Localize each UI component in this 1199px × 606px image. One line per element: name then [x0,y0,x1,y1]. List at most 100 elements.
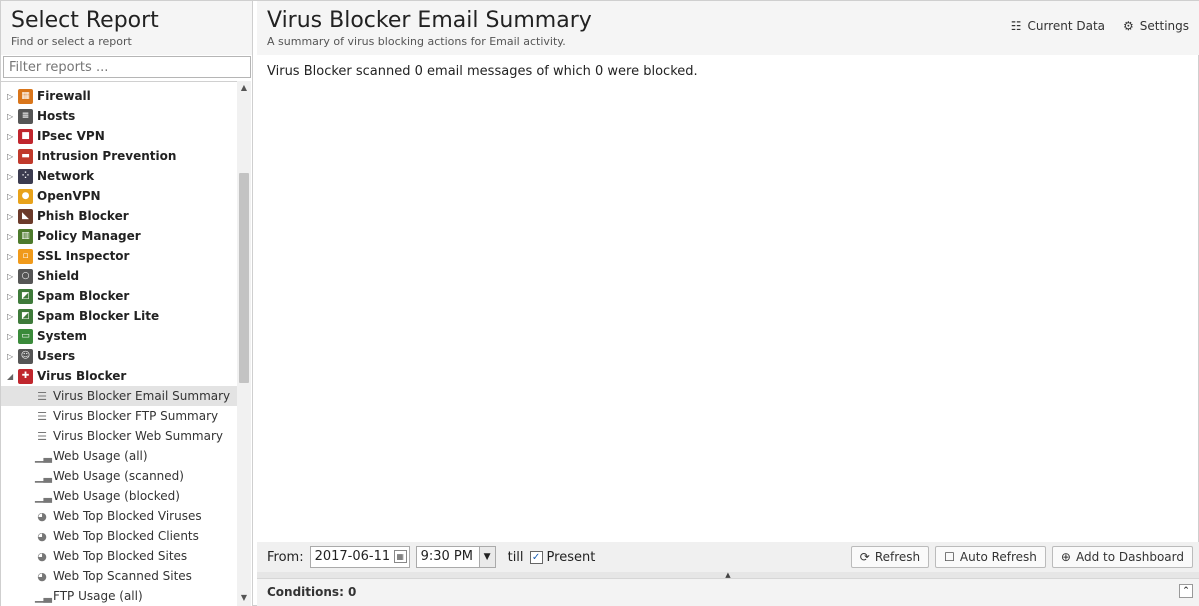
phish-blocker-icon: ◣ [18,208,33,224]
network-icon: ⁘ [18,168,33,184]
text-icon: ☰ [37,429,47,443]
tree-category-ipsec-vpn[interactable]: ▷ ■ IPsec VPN [1,126,237,146]
lock-icon: ■ [18,128,33,144]
tree-report-web-top-blocked-viruses[interactable]: ◕ Web Top Blocked Viruses [1,506,237,526]
pie-chart-icon: ◕ [37,549,47,563]
tree-report-virus-blocker-ftp-summary[interactable]: ☰ Virus Blocker FTP Summary [1,406,237,426]
tree-report-web-usage-all[interactable]: ▁▃ Web Usage (all) [1,446,237,466]
present-checkbox[interactable]: ✓ [529,550,543,564]
toolbar-buttons: ⟳ Refresh ☐ Auto Refresh ⊕ Add to Dashbo… [850,546,1193,568]
conditions-panel[interactable]: Conditions: 0 ⌃ [257,578,1199,606]
calendar-icon[interactable]: ▦ [393,550,407,563]
tree-report-web-top-scanned-sites[interactable]: ◕ Web Top Scanned Sites [1,566,237,586]
spam-blocker-lite-icon: ◩ [18,308,33,324]
refresh-icon: ⟳ [859,550,870,564]
till-label: till [507,549,524,565]
time-range-toolbar: From: 2017-06-11 ▦ 9:30 PM ▼ till ✓ Pres… [257,542,1199,572]
tree-category-users[interactable]: ▷ ☺ Users [1,346,237,366]
expand-arrow-icon[interactable]: ▷ [7,332,15,341]
report-body-text: Virus Blocker scanned 0 email messages o… [267,64,698,79]
tree-report-ftp-usage-all[interactable]: ▁▃ FTP Usage (all) [1,586,237,606]
spam-blocker-icon: ◩ [18,288,33,304]
expand-arrow-icon[interactable]: ▷ [7,252,15,261]
refresh-button[interactable]: ⟳ Refresh [850,546,930,568]
text-icon: ☰ [37,409,47,423]
tree-category-phish-blocker[interactable]: ▷ ◣ Phish Blocker [1,206,237,226]
bar-chart-icon: ▁▃ [35,469,52,483]
add-to-dashboard-button[interactable]: ⊕ Add to Dashboard [1051,546,1193,568]
hosts-icon: ≡ [18,108,33,124]
reports-app: Select Report Find or select a report ▷ … [0,0,1199,606]
tree-category-virus-blocker[interactable]: ◢ ✚ Virus Blocker [1,366,237,386]
auto-refresh-button[interactable]: ☐ Auto Refresh [935,546,1046,568]
expand-arrow-icon[interactable]: ▷ [7,132,15,141]
report-view: Virus Blocker Email Summary A summary of… [257,1,1199,606]
policy-manager-icon: ▥ [18,228,33,244]
tree-category-intrusion-prevention[interactable]: ▷ ▬ Intrusion Prevention [1,146,237,166]
virus-blocker-icon: ✚ [18,368,33,384]
settings-button[interactable]: ⚙ Settings [1123,19,1189,33]
bar-chart-icon: ▁▃ [35,489,52,503]
current-data-button[interactable]: ☷ Current Data [1011,19,1105,33]
report-selector-header: Select Report Find or select a report [1,1,252,55]
intrusion-prevention-icon: ▬ [18,148,33,164]
header-actions: ☷ Current Data ⚙ Settings [1011,19,1189,33]
scroll-thumb[interactable] [239,173,249,383]
tree-category-network[interactable]: ▷ ⁘ Network [1,166,237,186]
plus-circle-icon: ⊕ [1060,550,1071,564]
filter-reports-input[interactable] [3,56,251,78]
bar-chart-icon: ▁▃ [35,449,52,463]
tree-report-virus-blocker-web-summary[interactable]: ☰ Virus Blocker Web Summary [1,426,237,446]
expand-arrow-icon[interactable]: ▷ [7,192,15,201]
bar-chart-icon: ▁▃ [35,589,52,603]
tree-category-firewall[interactable]: ▷ ▦ Firewall [1,86,237,106]
openvpn-icon: ● [18,188,33,204]
tree-category-shield[interactable]: ▷ ○ Shield [1,266,237,286]
text-icon: ☰ [37,389,47,403]
expand-arrow-icon[interactable]: ▷ [7,92,15,101]
gear-icon: ⚙ [1123,19,1134,33]
pie-chart-icon: ◕ [37,569,47,583]
tree-category-hosts[interactable]: ▷ ≡ Hosts [1,106,237,126]
expand-arrow-icon[interactable]: ▷ [7,112,15,121]
expand-arrow-icon[interactable]: ▷ [7,292,15,301]
from-time-select[interactable]: 9:30 PM ▼ [415,546,496,568]
tree-category-openvpn[interactable]: ▷ ● OpenVPN [1,186,237,206]
pie-chart-icon: ◕ [37,509,47,523]
tree-report-virus-blocker-email-summary[interactable]: ☰ Virus Blocker Email Summary [1,386,237,406]
firewall-icon: ▦ [18,88,33,104]
expand-arrow-icon[interactable]: ▷ [7,172,15,181]
from-label: From: [267,549,304,565]
ssl-inspector-icon: ▫ [18,248,33,264]
chevron-down-icon[interactable]: ▼ [478,547,495,567]
tree-report-web-top-blocked-clients[interactable]: ◕ Web Top Blocked Clients [1,526,237,546]
tree-category-policy-manager[interactable]: ▷ ▥ Policy Manager [1,226,237,246]
expand-arrow-icon[interactable]: ▷ [7,352,15,361]
expand-arrow-icon[interactable]: ▷ [7,232,15,241]
tree-category-spam-blocker-lite[interactable]: ▷ ◩ Spam Blocker Lite [1,306,237,326]
expand-arrow-icon[interactable]: ▷ [7,152,15,161]
expand-arrow-icon[interactable]: ▷ [7,212,15,221]
expand-arrow-icon[interactable]: ▷ [7,312,15,321]
scroll-up-arrow-icon[interactable]: ▲ [237,81,251,95]
conditions-label: Conditions: 0 [267,585,357,599]
tree-category-spam-blocker[interactable]: ▷ ◩ Spam Blocker [1,286,237,306]
report-content: Virus Blocker scanned 0 email messages o… [257,55,1199,88]
panel-subtitle: Find or select a report [11,35,132,48]
expand-icon[interactable]: ⌃ [1179,584,1193,598]
tree-report-web-usage-scanned[interactable]: ▁▃ Web Usage (scanned) [1,466,237,486]
report-tree: ▷ ▦ Firewall ▷ ≡ Hosts ▷ ■ IPsec VPN ▷ ▬… [1,81,237,606]
tree-report-web-top-blocked-sites[interactable]: ◕ Web Top Blocked Sites [1,546,237,566]
expand-arrow-icon[interactable]: ▷ [7,272,15,281]
pie-chart-icon: ◕ [37,529,47,543]
tree-category-ssl-inspector[interactable]: ▷ ▫ SSL Inspector [1,246,237,266]
from-date-field[interactable]: 2017-06-11 ▦ [309,546,410,568]
tree-report-web-usage-blocked[interactable]: ▁▃ Web Usage (blocked) [1,486,237,506]
list-icon: ☷ [1010,19,1022,33]
tree-scrollbar[interactable]: ▲ ▼ [237,81,251,606]
collapse-arrow-icon[interactable]: ◢ [7,372,15,381]
present-label: Present [546,549,596,565]
system-icon: ▭ [18,328,33,344]
scroll-down-arrow-icon[interactable]: ▼ [237,591,251,605]
tree-category-system[interactable]: ▷ ▭ System [1,326,237,346]
